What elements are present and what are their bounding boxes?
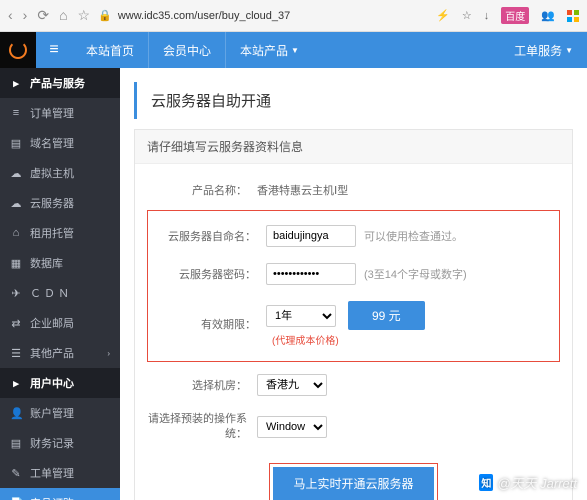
os-select[interactable]: Window — [257, 416, 327, 438]
panel-header: 请仔细填写云服务器资料信息 — [135, 130, 572, 164]
sidebar-item-vhost[interactable]: ☁虚拟主机 — [0, 158, 120, 188]
page-title: 云服务器自助开通 — [134, 82, 587, 119]
user-icon: 👤 — [10, 407, 22, 420]
sidebar-item-finance[interactable]: ▤财务记录 — [0, 428, 120, 458]
sidebar-item-mail[interactable]: ⇄企业邮局 — [0, 308, 120, 338]
name-label: 云服务器自命名： — [156, 228, 266, 244]
grid-icon: ▦ — [10, 257, 22, 270]
sidebar-item-rent[interactable]: ⌂租用托管 — [0, 218, 120, 248]
row-product: 产品名称： 香港特惠云主机Ⅰ型 — [147, 174, 560, 206]
home-icon[interactable]: ⌂ — [59, 7, 67, 24]
highlighted-section: 云服务器自命名： 可以使用检查通过。 云服务器密码： (3至14个字母或数字) — [147, 210, 560, 362]
nav-products[interactable]: 本站产品▼ — [226, 32, 313, 68]
flash-icon[interactable]: ⚡ — [436, 9, 450, 22]
content: 云服务器自助开通 请仔细填写云服务器资料信息 产品名称： 香港特惠云主机Ⅰ型 云… — [120, 68, 587, 500]
product-label: 产品名称： — [147, 182, 257, 198]
period-select[interactable]: 1年 — [266, 305, 336, 327]
row-period: 有效期限： 1年 99 元 (代理成本价格) — [156, 293, 551, 355]
caret-right-icon: ▸ — [10, 377, 22, 390]
url-text: www.idc35.com/user/buy_cloud_37 — [118, 10, 290, 22]
sidebar-item-cdn[interactable]: ✈Ｃ Ｄ Ｎ — [0, 278, 120, 308]
sidebar-item-ticket[interactable]: ✎工单管理 — [0, 458, 120, 488]
doc-icon: 📄 — [10, 497, 22, 500]
nav-tickets[interactable]: 工单服务▼ — [500, 32, 587, 68]
microsoft-icon[interactable] — [567, 10, 579, 22]
bookmark-icon[interactable]: ☆ — [462, 9, 472, 22]
caret-right-icon: ▸ — [10, 77, 22, 90]
swap-icon: ⇄ — [10, 317, 22, 330]
download-icon[interactable]: ↓ — [484, 10, 490, 22]
nav-member[interactable]: 会员中心 — [149, 32, 226, 68]
card-icon: ▤ — [10, 137, 22, 150]
star-icon[interactable]: ☆ — [78, 7, 91, 24]
price-button[interactable]: 99 元 — [348, 301, 425, 330]
name-hint: 可以使用检查通过。 — [364, 228, 463, 244]
sidebar-item-domain[interactable]: ▤域名管理 — [0, 128, 120, 158]
row-password: 云服务器密码： (3至14个字母或数字) — [156, 255, 551, 293]
chevron-right-icon: › — [107, 349, 110, 358]
password-input[interactable] — [266, 263, 356, 285]
users-icon[interactable]: 👥 — [541, 9, 555, 22]
room-select[interactable]: 香港九 — [257, 374, 327, 396]
room-label: 选择机房： — [147, 377, 257, 393]
sidebar-item-db[interactable]: ▦数据库 — [0, 248, 120, 278]
sidebar-section-user[interactable]: ▸ 用户中心 — [0, 368, 120, 398]
list-icon: ≡ — [10, 107, 22, 119]
back-icon[interactable]: ‹ — [8, 7, 13, 24]
refresh-icon[interactable]: ⟳ — [37, 7, 49, 24]
row-name: 云服务器自命名： 可以使用检查通过。 — [156, 217, 551, 255]
password-label: 云服务器密码： — [156, 266, 266, 282]
sidebar-item-buy[interactable]: 📄产品订购 — [0, 488, 120, 500]
caret-down-icon: ▼ — [565, 46, 573, 55]
submit-button[interactable]: 马上实时开通云服务器 — [273, 467, 433, 500]
row-room: 选择机房： 香港九 — [147, 366, 560, 404]
send-icon: ✈ — [10, 287, 22, 300]
lock-icon: 🔒 — [98, 9, 112, 22]
sidebar-item-orders[interactable]: ≡订单管理 — [0, 98, 120, 128]
browser-toolbar: ‹ › ⟳ ⌂ ☆ 🔒 www.idc35.com/user/buy_cloud… — [0, 0, 587, 32]
product-value: 香港特惠云主机Ⅰ型 — [257, 182, 348, 198]
pencil-icon: ✎ — [10, 467, 22, 480]
caret-down-icon: ▼ — [291, 46, 299, 55]
row-os: 请选择预装的操作系统： Window — [147, 404, 560, 451]
name-input[interactable] — [266, 225, 356, 247]
sidebar-item-account[interactable]: 👤账户管理 — [0, 398, 120, 428]
submit-row: 马上实时开通云服务器 — [147, 451, 560, 500]
forward-icon[interactable]: › — [23, 7, 28, 24]
nav-home[interactable]: 本站首页 — [72, 32, 149, 68]
card-icon: ▤ — [10, 437, 22, 450]
sidebar-item-other[interactable]: ☰其他产品› — [0, 338, 120, 368]
home-icon: ⌂ — [10, 227, 22, 239]
os-label: 请选择预装的操作系统： — [147, 412, 257, 443]
period-label: 有效期限： — [156, 316, 266, 332]
menu-icon: ☰ — [10, 347, 22, 360]
sidebar-item-cloud[interactable]: ☁云服务器 — [0, 188, 120, 218]
baidu-badge[interactable]: 百度 — [501, 7, 529, 24]
menu-toggle-icon[interactable]: ≡ — [36, 41, 72, 59]
cloud-icon: ☁ — [10, 197, 22, 210]
form-panel: 请仔细填写云服务器资料信息 产品名称： 香港特惠云主机Ⅰ型 云服务器自命名： 可… — [134, 129, 573, 500]
top-nav: ≡ 本站首页 会员中心 本站产品▼ 工单服务▼ — [0, 32, 587, 68]
password-hint: (3至14个字母或数字) — [364, 266, 467, 282]
address-bar[interactable]: 🔒 www.idc35.com/user/buy_cloud_37 — [98, 9, 428, 22]
logo[interactable] — [0, 32, 36, 68]
period-hint: (代理成本价格) — [272, 332, 339, 347]
sidebar-section-products[interactable]: ▸ 产品与服务 — [0, 68, 120, 98]
submit-highlight: 马上实时开通云服务器 — [269, 463, 437, 500]
sidebar: ▸ 产品与服务 ≡订单管理 ▤域名管理 ☁虚拟主机 ☁云服务器 ⌂租用托管 ▦数… — [0, 68, 120, 500]
cloud-icon: ☁ — [10, 167, 22, 180]
